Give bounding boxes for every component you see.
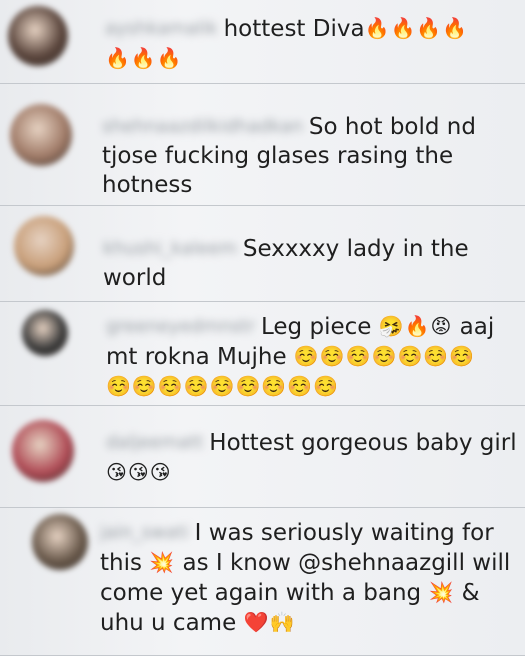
username[interactable]: greeneyedmnstr — [106, 312, 255, 341]
emoji-group: 😘😘😘 — [106, 460, 172, 484]
avatar[interactable] — [22, 310, 68, 356]
comment-text: Leg piece — [261, 314, 379, 340]
comment-body: jain_swati I was seriously waiting for th… — [100, 518, 519, 638]
comment-body: khushi_kaleem Sexxxxy lady in the world — [103, 234, 519, 293]
comment-row[interactable]: jain_swati I was seriously waiting for th… — [0, 508, 525, 656]
avatar[interactable] — [14, 216, 74, 276]
comment-row[interactable]: greeneyedmnstr Leg piece 🤧🔥😡 aaj mt rokna… — [0, 302, 525, 406]
username[interactable]: ayshkamalik — [105, 14, 218, 43]
comment-row[interactable]: shehnaazdilkidhadkan So hot bold nd tjose… — [0, 84, 525, 206]
comment-list: ayshkamalik hottest Diva🔥🔥🔥🔥🔥🔥🔥 shehnaazdi… — [0, 0, 525, 656]
comment-text: Hottest gorgeous baby girl — [209, 430, 524, 456]
emoji-group: 🔥🔥🔥🔥 — [364, 16, 469, 40]
comment-body: greeneyedmnstr Leg piece 🤧🔥😡 aaj mt rokna… — [106, 312, 519, 402]
emoji-group: 🤧🔥😡 — [378, 314, 453, 338]
emoji-group: 💥 — [149, 550, 176, 574]
username[interactable]: shehnaazdilkidhadkan — [102, 112, 303, 141]
username[interactable]: daljeematt — [106, 428, 203, 457]
username[interactable]: khushi_kaleem — [103, 234, 237, 263]
comment-body: ayshkamalik hottest Diva🔥🔥🔥🔥🔥🔥🔥 — [105, 14, 519, 74]
emoji-group: ❤️🙌 — [243, 610, 296, 634]
emoji-group: 💥 — [428, 580, 455, 604]
comment-text: hottest Diva — [223, 16, 365, 42]
comment-row[interactable]: daljeematt Hottest gorgeous baby girl 😘😘😘 — [0, 406, 525, 508]
comment-body: daljeematt Hottest gorgeous baby girl 😘😘😘 — [106, 428, 519, 488]
avatar[interactable] — [32, 514, 88, 570]
emoji-group: ☺️☺️☺️☺️☺️☺️☺️ — [293, 344, 476, 368]
username[interactable]: jain_swati — [100, 518, 189, 547]
comment-row[interactable]: khushi_kaleem Sexxxxy lady in the world — [0, 206, 525, 302]
emoji-group: ☺️☺️☺️☺️☺️☺️☺️☺️☺️ — [106, 374, 340, 398]
avatar[interactable] — [10, 104, 72, 166]
comment-body: shehnaazdilkidhadkan So hot bold nd tjose… — [102, 112, 519, 200]
comment-row[interactable]: ayshkamalik hottest Diva🔥🔥🔥🔥🔥🔥🔥 — [0, 0, 525, 84]
emoji-group: 🔥🔥🔥 — [105, 46, 183, 70]
avatar[interactable] — [12, 420, 74, 482]
avatar[interactable] — [8, 6, 68, 66]
